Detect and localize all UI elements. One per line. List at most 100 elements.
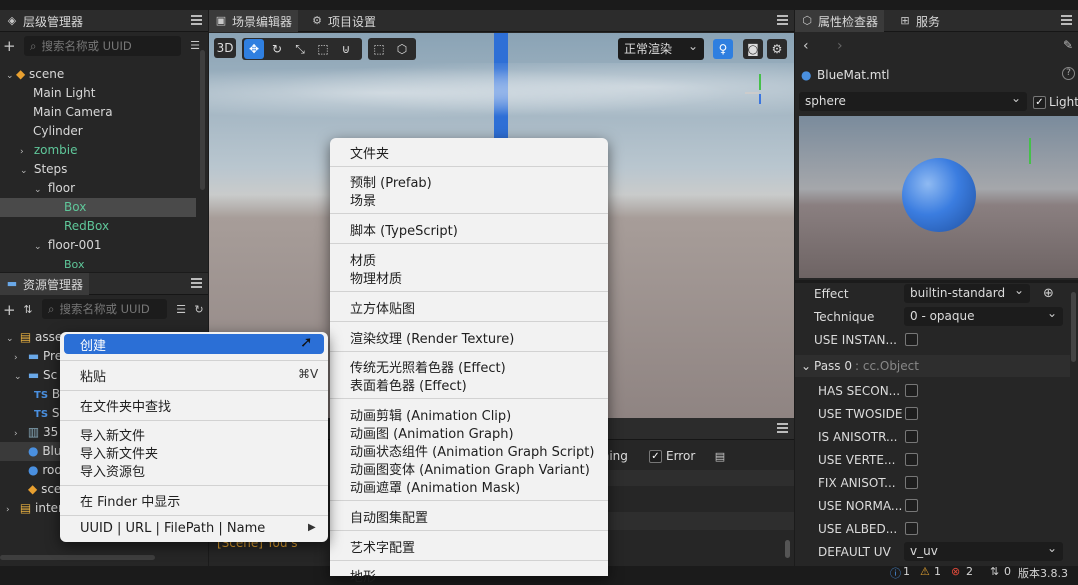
tree-row-redbox[interactable]: RedBox: [0, 217, 200, 236]
define-checkbox[interactable]: [905, 499, 918, 512]
toggle-3d-button[interactable]: 3D: [214, 38, 236, 58]
console-scrollbar[interactable]: [785, 540, 790, 558]
sort-assets-icon[interactable]: ⇅: [22, 304, 34, 316]
tab-assets[interactable]: ▬ 资源管理器: [0, 273, 90, 295]
define-checkbox[interactable]: [905, 476, 918, 489]
menu-item-animation-clip[interactable]: 动画剪辑 (Animation Clip): [350, 405, 511, 424]
tab-services[interactable]: ⊞ 服务: [893, 10, 946, 32]
menu-item-surface-effect[interactable]: 表面着色器 (Effect): [350, 375, 467, 394]
tree-row-main-light[interactable]: Main Light: [0, 84, 200, 103]
refresh-icon[interactable]: ↻: [193, 304, 205, 316]
hierarchy-menu-icon[interactable]: [191, 15, 202, 25]
menu-item-import-folder[interactable]: 导入新文件夹: [80, 443, 158, 462]
tree-row-scene[interactable]: ⌄ ◆ scene: [0, 65, 200, 84]
tab-project-settings[interactable]: ⚙ 项目设置: [305, 10, 382, 32]
rect-tool-icon[interactable]: ⬚: [313, 39, 333, 59]
tree-row-main-camera[interactable]: Main Camera: [0, 103, 200, 122]
menu-item-physics-material[interactable]: 物理材质: [350, 268, 402, 287]
assets-menu-icon[interactable]: [191, 278, 202, 288]
menu-item-animation-graph[interactable]: 动画图 (Animation Graph): [350, 423, 514, 442]
tree-row-zombie[interactable]: › zombie: [0, 141, 200, 160]
hierarchy-search-input[interactable]: ⌕ 搜索名称或 UUID: [24, 36, 181, 56]
sort-icon[interactable]: ☰: [189, 40, 201, 52]
menu-item-auto-atlas[interactable]: 自动图集配置: [350, 507, 428, 526]
tab-scene-editor[interactable]: ▣ 场景编辑器: [209, 10, 299, 32]
preview-light-checkbox[interactable]: ✓: [1033, 96, 1046, 109]
add-asset-icon[interactable]: +: [3, 303, 16, 318]
scene-menu-icon[interactable]: [777, 15, 788, 25]
technique-select[interactable]: 0 - opaque: [904, 304, 1063, 326]
menu-item-folder[interactable]: 文件夹: [350, 143, 389, 162]
scale-tool-icon[interactable]: ⤡: [290, 39, 310, 59]
define-checkbox[interactable]: [905, 430, 918, 443]
assets-hscrollbar[interactable]: [0, 555, 155, 560]
pin-icon[interactable]: ✎: [1063, 38, 1073, 52]
render-mode-select[interactable]: 正常渲染: [618, 35, 704, 60]
frame-tool-icon[interactable]: ⬚: [369, 39, 389, 59]
menu-item-animation-graph-variant[interactable]: 动画图变体 (Animation Graph Variant): [350, 459, 590, 478]
error-icon[interactable]: ⊗: [951, 565, 960, 578]
menu-item-scene[interactable]: 场景: [350, 190, 376, 209]
menu-item-unlit-effect[interactable]: 传统无光照着色器 (Effect): [350, 357, 506, 376]
assets-search-input[interactable]: ⌕ 搜索名称或 UUID: [42, 299, 167, 319]
tree-row-floor-001[interactable]: ⌄ floor-001: [0, 236, 200, 255]
warning-icon[interactable]: ⚠: [920, 565, 930, 578]
pass-header[interactable]: ⌄ Pass 0 : cc.Object: [795, 355, 1070, 377]
tree-row-cylinder[interactable]: Cylinder: [0, 122, 200, 141]
rotate-tool-icon[interactable]: ↻: [267, 39, 287, 59]
menu-item-material[interactable]: 材质: [350, 250, 376, 269]
list-view-icon[interactable]: ☰: [175, 304, 187, 316]
menu-item-reveal-in-finder[interactable]: 在 Finder 中显示: [80, 491, 180, 510]
menu-item-cubemap[interactable]: 立方体贴图: [350, 298, 415, 317]
axis-gizmo[interactable]: [743, 72, 777, 108]
error-filter-checkbox[interactable]: ✓: [649, 450, 662, 463]
menu-item-copy-identifier[interactable]: UUID | URL | FilePath | Name: [80, 521, 265, 536]
menu-item-import-file[interactable]: 导入新文件: [80, 425, 145, 444]
menu-item-paste[interactable]: 粘贴: [80, 366, 106, 385]
inspector-menu-icon[interactable]: [1061, 15, 1072, 25]
magnet-tool-icon[interactable]: ⊍: [336, 39, 356, 59]
tree-row-box[interactable]: Box: [0, 198, 196, 217]
preview-shape-select[interactable]: sphere: [799, 89, 1027, 111]
help-icon[interactable]: ?: [1062, 67, 1075, 80]
info-icon[interactable]: ⓘ: [890, 565, 901, 581]
menu-item-animation-mask[interactable]: 动画遮罩 (Animation Mask): [350, 477, 520, 496]
network-icon[interactable]: ⇅: [990, 565, 999, 578]
inspector-scrollbar[interactable]: [1071, 292, 1076, 362]
effect-select[interactable]: builtin-standard: [904, 281, 1030, 303]
define-checkbox[interactable]: [905, 384, 918, 397]
move-tool-icon[interactable]: ✥: [244, 39, 264, 59]
console-menu-icon[interactable]: [777, 423, 788, 433]
forward-arrow-icon[interactable]: ›: [837, 38, 843, 54]
tree-row-box-2[interactable]: Box: [0, 255, 200, 272]
menu-item-create[interactable]: 创建: [64, 334, 324, 354]
folder-icon: ▬: [6, 277, 18, 290]
menu-item-script[interactable]: 脚本 (TypeScript): [350, 220, 458, 239]
define-checkbox[interactable]: [905, 407, 918, 420]
menu-item-import-package[interactable]: 导入资源包: [80, 461, 145, 480]
default-uv-select[interactable]: v_uv: [904, 539, 1063, 561]
menu-item-find-in-folder[interactable]: 在文件夹中查找: [80, 396, 171, 415]
cube-view-icon[interactable]: ⬡: [392, 39, 412, 59]
add-icon[interactable]: +: [3, 39, 16, 54]
tree-row-floor[interactable]: ⌄ floor: [0, 179, 200, 198]
locate-icon[interactable]: ⊕: [1043, 286, 1054, 301]
log-file-icon[interactable]: ▤: [714, 451, 726, 463]
scene-icon: ◆: [28, 482, 38, 496]
define-checkbox[interactable]: [905, 522, 918, 535]
camera-icon[interactable]: ◙: [743, 39, 763, 59]
settings-icon[interactable]: ⚙: [767, 39, 787, 59]
menu-item-prefab[interactable]: 预制 (Prefab): [350, 172, 432, 191]
hierarchy-scrollbar[interactable]: [200, 50, 205, 190]
use-instancing-checkbox[interactable]: [905, 333, 918, 346]
menu-item-animation-graph-script[interactable]: 动画状态组件 (Animation Graph Script): [350, 441, 594, 460]
light-toggle-icon[interactable]: ♀: [713, 39, 733, 59]
tab-hierarchy[interactable]: ◈ 层级管理器: [0, 10, 89, 32]
back-arrow-icon[interactable]: ‹: [803, 38, 809, 54]
define-checkbox[interactable]: [905, 453, 918, 466]
material-preview[interactable]: [799, 116, 1078, 278]
menu-item-render-texture[interactable]: 渲染纹理 (Render Texture): [350, 328, 514, 347]
tree-row-steps[interactable]: ⌄ Steps: [0, 160, 200, 179]
tab-inspector[interactable]: ⬡ 属性检查器: [795, 10, 885, 32]
menu-item-label-atlas[interactable]: 艺术字配置: [350, 537, 415, 556]
